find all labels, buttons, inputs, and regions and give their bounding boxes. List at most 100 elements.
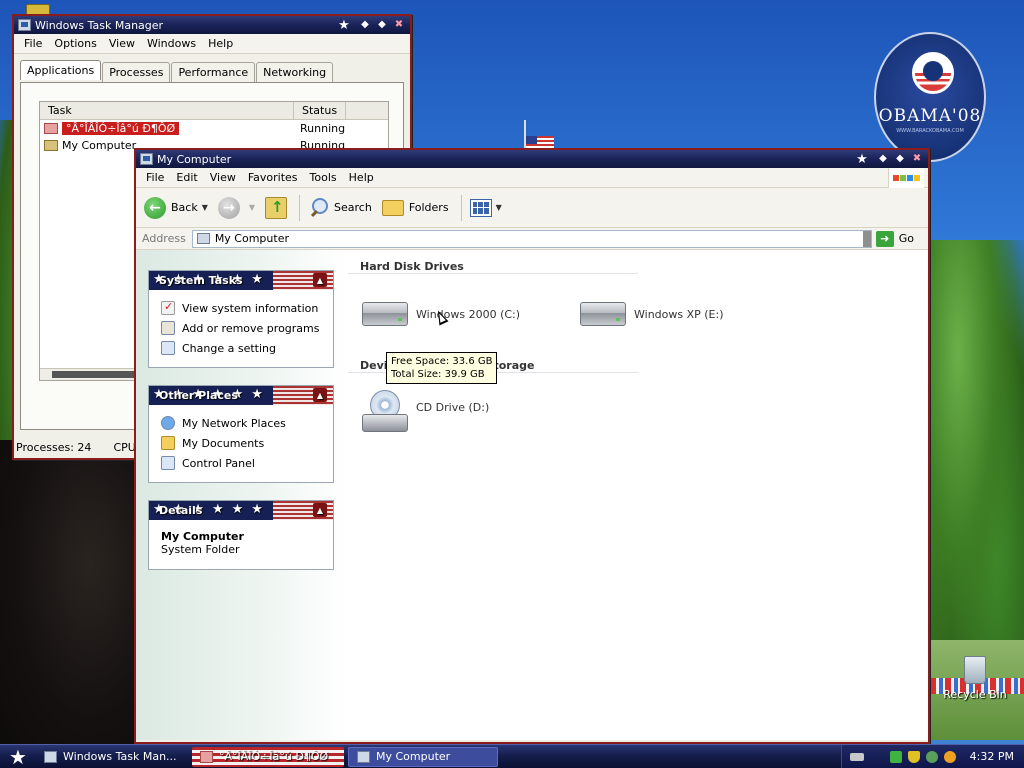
drive-e[interactable]: Windows XP (E:) (580, 302, 724, 326)
security-shield-icon[interactable] (907, 750, 920, 763)
menu-options[interactable]: Options (48, 37, 102, 50)
column-status[interactable]: Status (294, 102, 347, 119)
menu-file[interactable]: File (18, 37, 48, 50)
control-panel-icon (161, 456, 175, 470)
back-arrow-icon: ← (144, 196, 166, 219)
views-button[interactable]: ▼ (469, 198, 502, 217)
details-header[interactable]: ★★★★★★ Details ▲ (149, 501, 333, 520)
details-title: Details (159, 504, 203, 517)
go-label: Go (898, 232, 914, 245)
place-my-network-places[interactable]: My Network Places (161, 413, 333, 433)
close-button[interactable]: ✖ (910, 152, 924, 166)
system-tasks-header[interactable]: ★★★★★★ System Tasks ▲ (149, 271, 333, 290)
task-manager-app-icon (18, 19, 31, 31)
task-manager-tabs: Applications Processes Performance Netwo… (20, 60, 334, 82)
my-computer-menubar: File Edit View Favorites Tools Help (136, 168, 928, 188)
network-icon[interactable] (889, 750, 902, 763)
add-remove-programs-icon (161, 321, 175, 335)
place-label: My Documents (182, 436, 265, 450)
drive-d[interactable]: CD Drive (D:) (362, 390, 489, 436)
hard-disk-icon (362, 302, 408, 326)
search-icon[interactable] (943, 750, 956, 763)
search-button[interactable]: Search (308, 197, 372, 219)
tab-networking[interactable]: Networking (256, 62, 334, 82)
forward-button[interactable]: → ▼ (217, 196, 255, 219)
folders-label: Folders (408, 201, 449, 214)
content-pane[interactable]: Hard Disk Drives Windows 2000 (C:) Windo… (346, 250, 928, 740)
scrollbar-thumb[interactable] (52, 371, 142, 378)
address-input[interactable]: My Computer (191, 229, 872, 248)
collapse-icon[interactable]: ▲ (313, 388, 327, 402)
explorer-body: ★★★★★★ System Tasks ▲ View system inform… (136, 250, 928, 740)
task-manager-titlebar[interactable]: Windows Task Manager ★ ◆ ◆ ✖ (14, 16, 410, 34)
back-button[interactable]: ← Back ▼ (144, 196, 208, 219)
maximize-button[interactable]: ◆ (893, 152, 907, 166)
control-panel-icon (161, 341, 175, 355)
menu-edit[interactable]: Edit (170, 171, 203, 184)
minimize-button[interactable]: ◆ (358, 18, 372, 32)
table-row[interactable]: °Â°ÎÂÎÓ÷Îâ°ú Ð¶ÔØ Running (40, 120, 388, 137)
obama-logo-icon (912, 52, 954, 94)
windows-logo-icon (888, 168, 924, 188)
my-computer-titlebar[interactable]: My Computer ★ ◆ ◆ ✖ (136, 150, 928, 168)
toolbar-separator (460, 194, 462, 221)
background-figure (0, 440, 150, 750)
section-removable-start: Devi (360, 359, 388, 372)
keyboard-icon[interactable] (849, 752, 864, 761)
other-places-title: Other Places (159, 389, 238, 402)
minimize-button[interactable]: ◆ (876, 152, 890, 166)
tab-performance[interactable]: Performance (171, 62, 256, 82)
search-icon (308, 197, 330, 219)
tab-applications[interactable]: Applications (20, 60, 102, 80)
maximize-button[interactable]: ◆ (375, 18, 389, 32)
address-label: Address (142, 232, 186, 245)
go-button[interactable]: ➜ Go (875, 230, 914, 247)
my-documents-icon (161, 436, 175, 450)
start-button[interactable]: ★ (0, 745, 36, 768)
task-name: My Computer (62, 139, 137, 152)
tab-processes[interactable]: Processes (102, 62, 171, 82)
menu-help[interactable]: Help (202, 37, 239, 50)
task-label: View system information (182, 301, 319, 315)
task-change-setting[interactable]: Change a setting (161, 338, 333, 358)
collapse-icon[interactable]: ▲ (313, 503, 327, 517)
taskbar: ★ Windows Task Man... °Â°ÎÂÎÓ÷Îâ°ú Ð¶ÔØ … (0, 744, 1024, 768)
obama-campaign-badge: OBAMA'08 WWW.BARACKOBAMA.COM (874, 32, 986, 162)
badge-text: OBAMA'08 (878, 106, 982, 126)
menu-tools[interactable]: Tools (304, 171, 343, 184)
folders-button[interactable]: Folders (381, 199, 449, 216)
menu-help[interactable]: Help (343, 171, 380, 184)
address-dropdown-button[interactable] (862, 230, 871, 247)
taskbar-button-task-manager[interactable]: Windows Task Man... (36, 747, 188, 767)
menu-windows[interactable]: Windows (141, 37, 202, 50)
up-folder-button[interactable] (265, 196, 288, 219)
place-my-documents[interactable]: My Documents (161, 433, 333, 453)
place-control-panel[interactable]: Control Panel (161, 453, 333, 473)
chevron-down-icon[interactable]: ▼ (496, 203, 502, 212)
collapse-icon[interactable]: ▲ (313, 273, 327, 287)
task-view-system-info[interactable]: View system information (161, 298, 333, 318)
close-button[interactable]: ✖ (392, 18, 406, 32)
taskbar-button-app[interactable]: °Â°ÎÂÎÓ÷Îâ°ú Ð¶ÔØ (192, 746, 344, 767)
menu-view[interactable]: View (204, 171, 242, 184)
taskbar-button-my-computer[interactable]: My Computer (348, 746, 498, 767)
task-name: °Â°ÎÂÎÓ÷Îâ°ú Ð¶ÔØ (62, 122, 180, 135)
other-places-header[interactable]: ★★★★★★ Other Places ▲ (149, 386, 333, 405)
chevron-down-icon[interactable]: ▼ (249, 203, 255, 212)
star-icon: ★ (338, 17, 350, 33)
recycle-bin-desktop-icon[interactable]: Recycle Bin (940, 656, 1010, 701)
menu-favorites[interactable]: Favorites (242, 171, 304, 184)
app-flag-icon (44, 123, 58, 134)
computer-icon (196, 233, 210, 244)
chevron-down-icon[interactable]: ▼ (202, 203, 208, 212)
drive-label: Windows XP (E:) (634, 307, 724, 321)
my-computer-window: My Computer ★ ◆ ◆ ✖ File Edit View Favor… (134, 148, 930, 744)
tooltip-free-space: Free Space: 33.6 GB (391, 356, 493, 367)
task-add-remove-programs[interactable]: Add or remove programs (161, 318, 333, 338)
clock[interactable]: 4:32 PM (970, 750, 1014, 763)
menu-view[interactable]: View (103, 37, 141, 50)
menu-file[interactable]: File (140, 171, 170, 184)
column-task[interactable]: Task (40, 102, 294, 119)
go-arrow-icon: ➜ (875, 230, 894, 247)
settings-icon[interactable] (925, 750, 938, 763)
